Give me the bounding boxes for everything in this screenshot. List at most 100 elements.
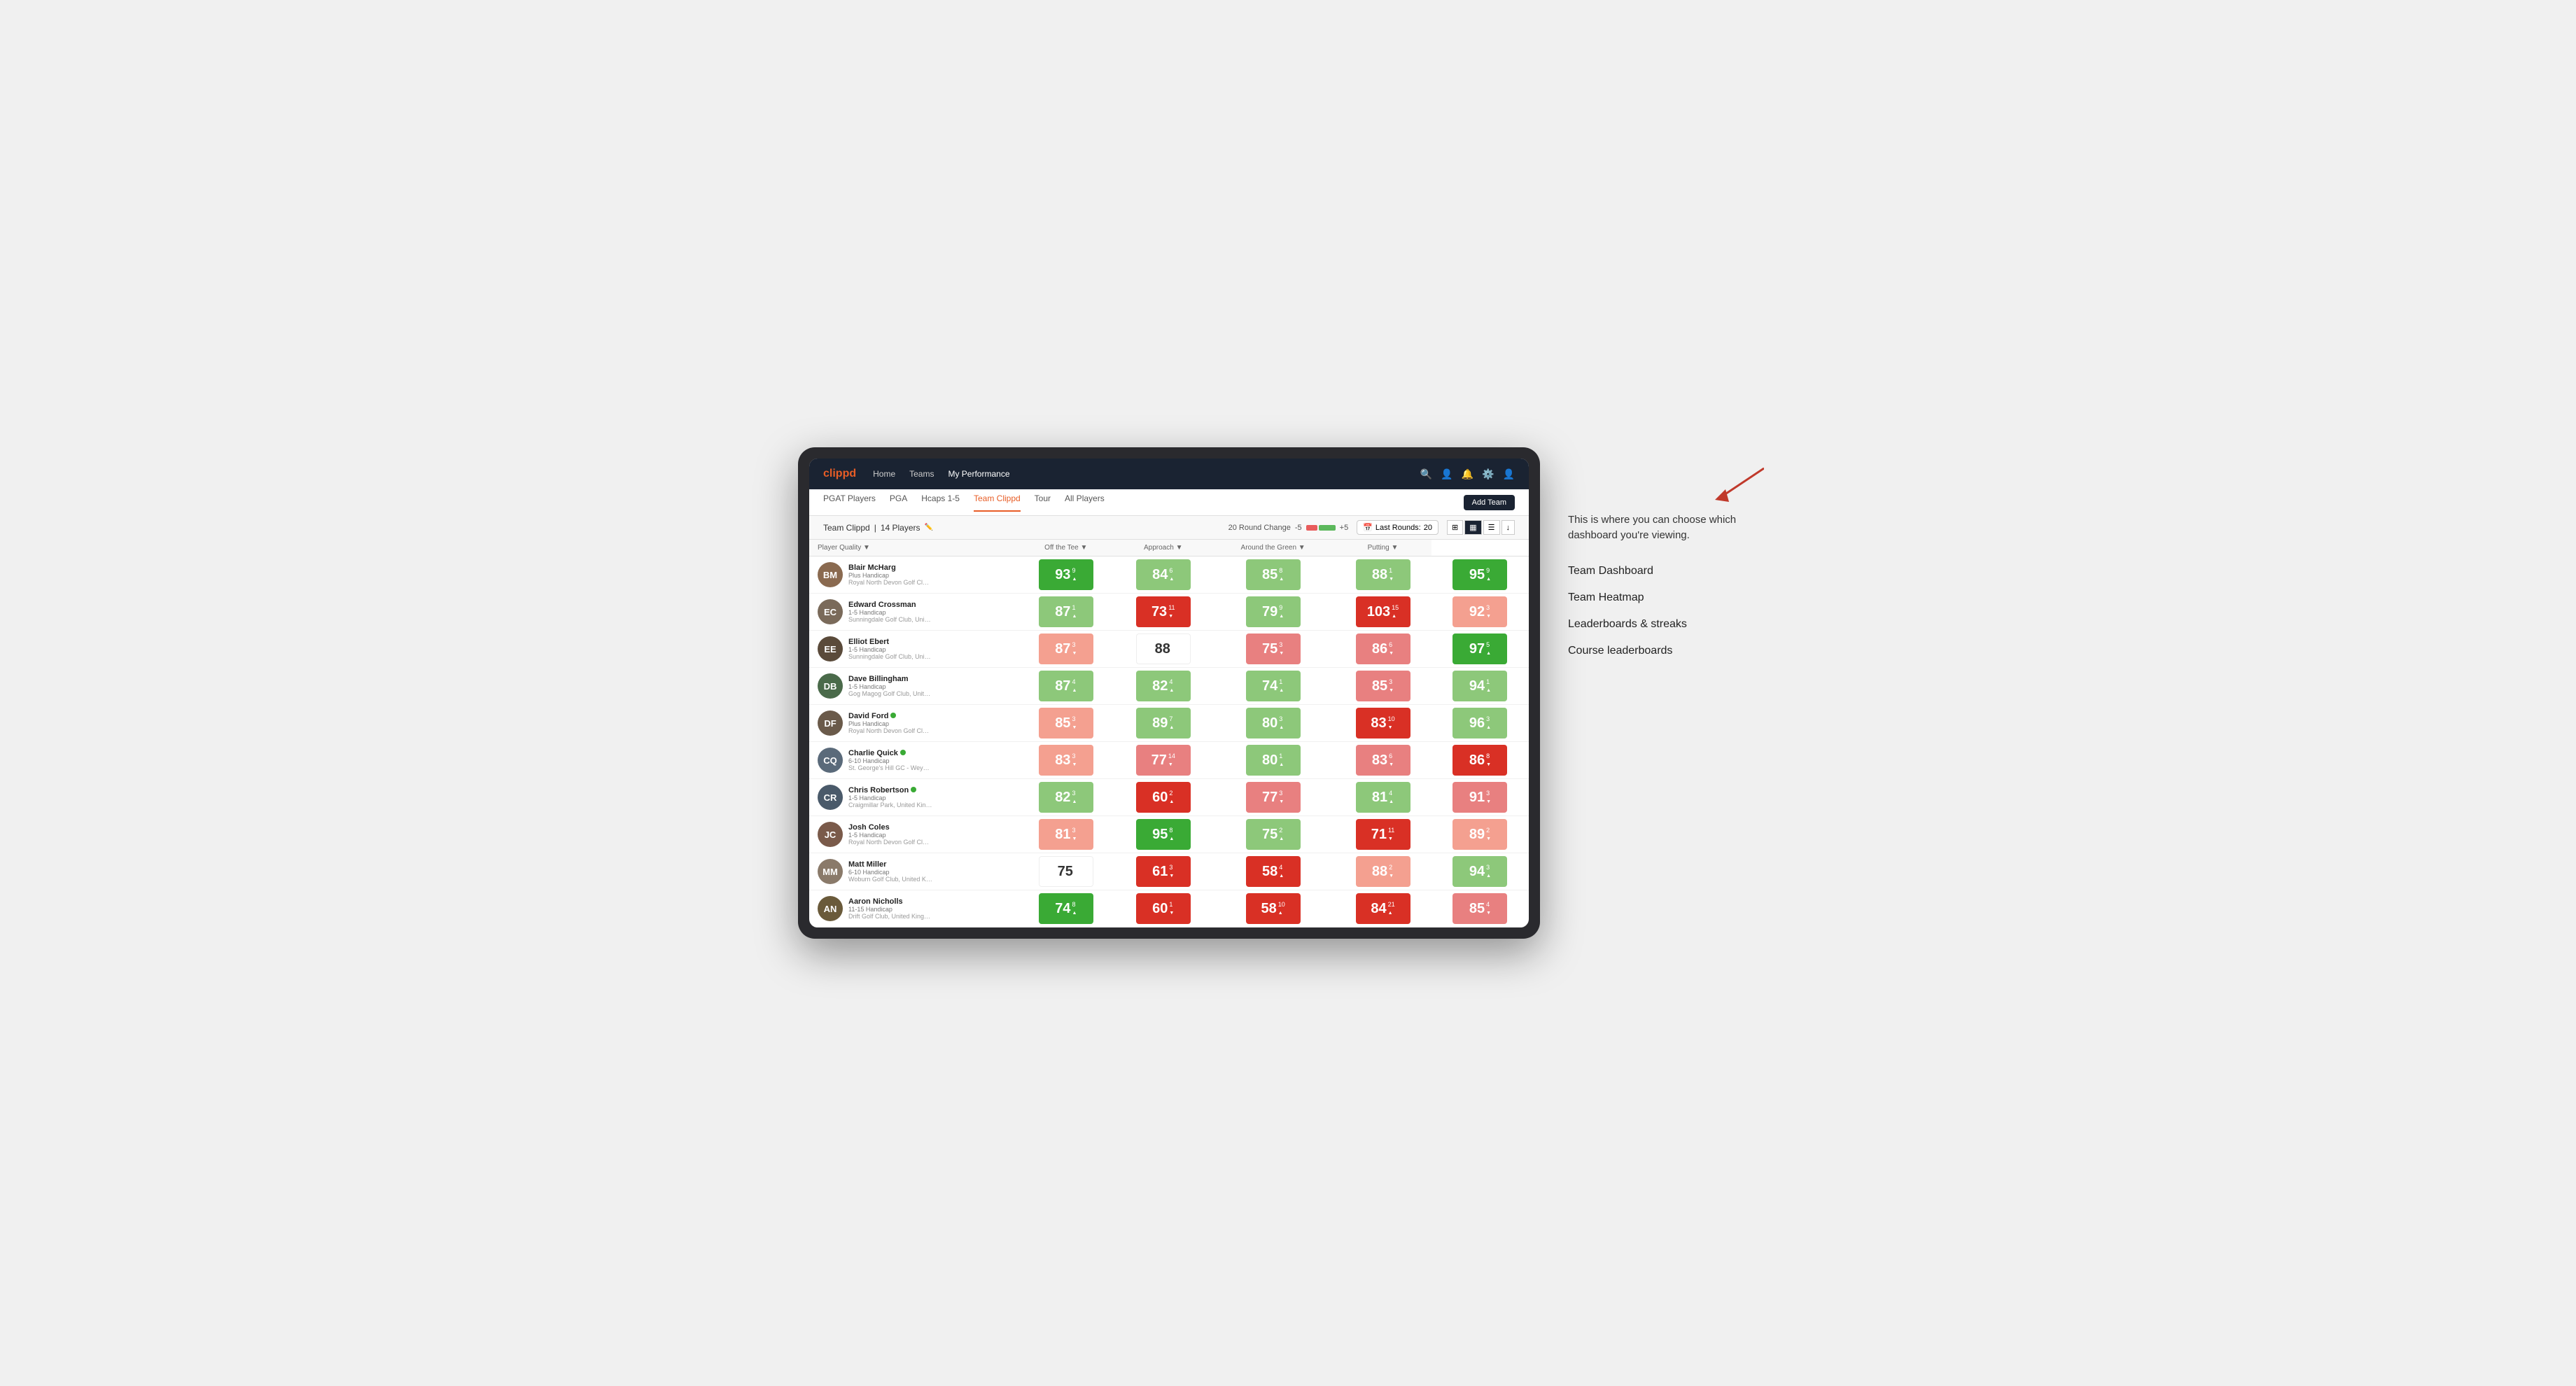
tab-pga[interactable]: PGA bbox=[890, 493, 907, 512]
player-avatar: EE bbox=[818, 636, 843, 662]
score-box: 86 8 ▼ bbox=[1452, 745, 1507, 776]
score-box: 85 3 ▼ bbox=[1356, 671, 1410, 701]
player-cell[interactable]: MM Matt Miller 6-10 Handicap Woburn Golf… bbox=[809, 853, 1017, 890]
search-icon[interactable]: 🔍 bbox=[1420, 468, 1432, 480]
annotation-intro: This is where you can choose which dashb… bbox=[1568, 512, 1778, 544]
score-box: 91 3 ▼ bbox=[1452, 782, 1507, 813]
cell-approach: 77 3 ▼ bbox=[1212, 779, 1334, 816]
nav-home[interactable]: Home bbox=[873, 469, 895, 479]
score-value: 58 bbox=[1261, 901, 1276, 917]
score-change: 1 ▲ bbox=[1072, 604, 1077, 620]
tab-all-players[interactable]: All Players bbox=[1065, 493, 1105, 512]
annotation-item-dashboard: Team Dashboard bbox=[1568, 565, 1778, 578]
view-heatmap-button[interactable]: ▦ bbox=[1464, 520, 1481, 535]
score-value: 94 bbox=[1469, 864, 1485, 880]
avatar-icon[interactable]: 👤 bbox=[1503, 468, 1515, 480]
annotation-panel: This is where you can choose which dashb… bbox=[1568, 447, 1778, 671]
score-box: 87 3 ▼ bbox=[1039, 634, 1093, 664]
cell-player_quality: 93 9 ▲ bbox=[1017, 556, 1114, 594]
score-value: 75 bbox=[1058, 864, 1073, 880]
score-value: 87 bbox=[1055, 678, 1070, 694]
player-cell[interactable]: AN Aaron Nicholls 11-15 Handicap Drift G… bbox=[809, 890, 1017, 927]
cell-around_green: 88 2 ▼ bbox=[1334, 853, 1432, 890]
nav-my-performance[interactable]: My Performance bbox=[948, 469, 1009, 479]
player-cell[interactable]: EC Edward Crossman 1-5 Handicap Sunningd… bbox=[809, 594, 1017, 631]
score-box: 103 15 ▲ bbox=[1356, 596, 1410, 627]
player-club: Gog Magog Golf Club, United Kingdom bbox=[848, 690, 932, 697]
person-icon[interactable]: 👤 bbox=[1441, 468, 1452, 480]
score-change: 1 ▲ bbox=[1279, 752, 1284, 768]
annotation-item-course: Course leaderboards bbox=[1568, 645, 1778, 657]
score-box: 95 8 ▲ bbox=[1136, 819, 1191, 850]
score-value: 75 bbox=[1262, 641, 1278, 657]
score-value: 81 bbox=[1055, 827, 1070, 843]
score-box: 85 8 ▲ bbox=[1246, 559, 1301, 590]
tab-team-clippd[interactable]: Team Clippd bbox=[974, 493, 1021, 512]
score-value: 85 bbox=[1262, 567, 1278, 583]
score-change: 3 ▲ bbox=[1072, 790, 1077, 805]
player-cell[interactable]: DF David Ford Plus Handicap Royal North … bbox=[809, 705, 1017, 742]
player-info: Charlie Quick 6-10 Handicap St. George's… bbox=[848, 749, 1011, 771]
score-value: 74 bbox=[1262, 678, 1278, 694]
player-name: Dave Billingham bbox=[848, 675, 1011, 683]
tab-pgat-players[interactable]: PGAT Players bbox=[823, 493, 876, 512]
score-value: 91 bbox=[1469, 790, 1485, 806]
score-box: 85 3 ▼ bbox=[1039, 708, 1093, 738]
team-header: Team Clippd | 14 Players ✏️ 20 Round Cha… bbox=[809, 516, 1529, 540]
edit-icon[interactable]: ✏️ bbox=[925, 524, 933, 531]
add-team-button[interactable]: Add Team bbox=[1464, 495, 1515, 510]
col-player-quality[interactable]: Player Quality ▼ bbox=[809, 540, 1017, 556]
player-handicap: 1-5 Handicap bbox=[848, 646, 1011, 653]
cell-approach: 74 1 ▲ bbox=[1212, 668, 1334, 705]
player-cell[interactable]: EE Elliot Ebert 1-5 Handicap Sunningdale… bbox=[809, 631, 1017, 668]
cell-approach: 79 9 ▲ bbox=[1212, 594, 1334, 631]
score-value: 77 bbox=[1262, 790, 1278, 806]
cell-putting: 89 2 ▼ bbox=[1432, 816, 1529, 853]
player-cell[interactable]: BM Blair McHarg Plus Handicap Royal Nort… bbox=[809, 556, 1017, 594]
score-value: 103 bbox=[1367, 604, 1390, 620]
tab-tour[interactable]: Tour bbox=[1035, 493, 1051, 512]
player-cell[interactable]: DB Dave Billingham 1-5 Handicap Gog Mago… bbox=[809, 668, 1017, 705]
header-row: Player Quality ▼ Off the Tee ▼ Approach … bbox=[809, 540, 1529, 556]
nav-teams[interactable]: Teams bbox=[909, 469, 934, 479]
col-approach[interactable]: Approach ▼ bbox=[1114, 540, 1212, 556]
player-club: Woburn Golf Club, United Kingdom bbox=[848, 876, 932, 883]
view-download-button[interactable]: ↓ bbox=[1502, 520, 1516, 535]
score-value: 87 bbox=[1055, 641, 1070, 657]
score-value: 96 bbox=[1469, 715, 1485, 732]
player-club: Royal North Devon Golf Club, United King… bbox=[848, 579, 932, 586]
score-box: 75 2 ▲ bbox=[1246, 819, 1301, 850]
cell-player_quality: 85 3 ▼ bbox=[1017, 705, 1114, 742]
col-around-green[interactable]: Around the Green ▼ bbox=[1212, 540, 1334, 556]
last-rounds-button[interactable]: 📅 Last Rounds: 20 bbox=[1357, 520, 1438, 535]
score-box: 89 7 ▲ bbox=[1136, 708, 1191, 738]
cell-off_tee: 95 8 ▲ bbox=[1114, 816, 1212, 853]
tab-hcaps[interactable]: Hcaps 1-5 bbox=[921, 493, 960, 512]
col-putting[interactable]: Putting ▼ bbox=[1334, 540, 1432, 556]
settings-icon[interactable]: ⚙️ bbox=[1482, 468, 1494, 480]
cell-off_tee: 60 2 ▲ bbox=[1114, 779, 1212, 816]
score-box: 73 11 ▼ bbox=[1136, 596, 1191, 627]
score-box: 61 3 ▼ bbox=[1136, 856, 1191, 887]
player-info: Blair McHarg Plus Handicap Royal North D… bbox=[848, 564, 1011, 586]
cell-player_quality: 74 8 ▲ bbox=[1017, 890, 1114, 927]
view-list-button[interactable]: ☰ bbox=[1483, 520, 1500, 535]
player-cell[interactable]: CR Chris Robertson 1-5 Handicap Craigmil… bbox=[809, 779, 1017, 816]
player-cell[interactable]: CQ Charlie Quick 6-10 Handicap St. Georg… bbox=[809, 742, 1017, 779]
score-value: 89 bbox=[1469, 827, 1485, 843]
view-grid-button[interactable]: ⊞ bbox=[1447, 520, 1463, 535]
round-change-label: 20 Round Change bbox=[1228, 524, 1291, 532]
score-value: 85 bbox=[1372, 678, 1387, 694]
score-change: 4 ▲ bbox=[1072, 678, 1077, 694]
bell-icon[interactable]: 🔔 bbox=[1462, 468, 1474, 480]
player-handicap: 1-5 Handicap bbox=[848, 832, 1011, 839]
col-off-tee[interactable]: Off the Tee ▼ bbox=[1017, 540, 1114, 556]
player-name: Chris Robertson bbox=[848, 786, 1011, 794]
player-cell[interactable]: JC Josh Coles 1-5 Handicap Royal North D… bbox=[809, 816, 1017, 853]
player-name: Edward Crossman bbox=[848, 601, 1011, 609]
arrow-icon bbox=[1568, 461, 1764, 505]
score-value: 85 bbox=[1469, 901, 1485, 917]
score-change: 8 ▲ bbox=[1279, 567, 1284, 582]
table-header: Player Quality ▼ Off the Tee ▼ Approach … bbox=[809, 540, 1529, 556]
score-value: 75 bbox=[1262, 827, 1278, 843]
